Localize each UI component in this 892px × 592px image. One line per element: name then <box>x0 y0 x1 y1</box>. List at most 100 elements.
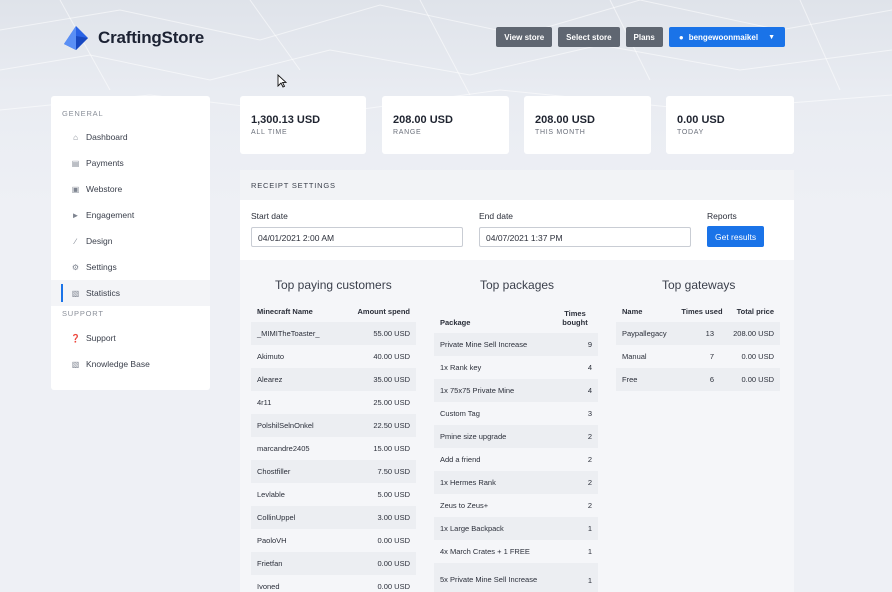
package-times: 2 <box>587 501 592 510</box>
customer-name: 4r11 <box>257 398 272 407</box>
col-header-minecraft-name: Minecraft Name <box>257 307 313 316</box>
user-name: bengewoonmaikel <box>688 32 759 42</box>
customer-name: PaoloVH <box>257 536 287 545</box>
sidebar-item-settings[interactable]: ⚙ Settings <box>51 254 210 280</box>
sidebar-item-label: Webstore <box>86 184 123 194</box>
sidebar-item-dashboard[interactable]: ⌂ Dashboard <box>51 124 210 150</box>
megaphone-icon: ► <box>71 210 80 220</box>
sidebar-item-support[interactable]: ❓ Support <box>51 325 210 351</box>
package-name: Custom Tag <box>440 408 480 418</box>
sidebar-item-engagement[interactable]: ► Engagement <box>51 202 210 228</box>
customers-table: Minecraft Name Amount spend _MIMITheToas… <box>251 296 416 592</box>
table-row: 5x Private Mine Sell Increase 1 <box>434 563 598 592</box>
stat-card-today: 0.00 USD TODAY <box>666 96 794 154</box>
get-results-button[interactable]: Get results <box>707 226 765 247</box>
sidebar-item-label: Payments <box>86 158 124 168</box>
table-row: Free 6 0.00 USD <box>616 368 780 391</box>
brush-icon: ∕ <box>74 236 77 246</box>
gateway-total: 0.00 USD <box>741 352 774 361</box>
customer-name: CollinUppel <box>257 513 296 522</box>
start-date-label: Start date <box>251 211 288 221</box>
plans-button[interactable]: Plans <box>625 27 663 47</box>
craftingstore-logo-icon <box>64 26 88 50</box>
sidebar-item-webstore[interactable]: ▣ Webstore <box>51 176 210 202</box>
sidebar-item-label: Engagement <box>86 210 135 220</box>
customer-name: Levlable <box>257 490 285 499</box>
table-row: CollinUppel 3.00 USD <box>251 506 416 529</box>
package-times: 4 <box>587 363 592 372</box>
customer-amount: 15.00 USD <box>373 444 410 453</box>
package-name: Pmine size upgrade <box>440 431 507 441</box>
sidebar-item-payments[interactable]: ▤ Payments <box>51 150 210 176</box>
top-navigation: View store Select store Plans ● bengewoo… <box>496 27 785 47</box>
table-row: Levlable 5.00 USD <box>251 483 416 506</box>
stat-value: 208.00 USD <box>535 114 595 126</box>
gateway-name: Free <box>622 375 638 384</box>
sidebar-item-knowledge-base[interactable]: ▧ Knowledge Base <box>51 351 210 377</box>
customer-amount: 0.00 USD <box>377 582 410 591</box>
sidebar-item-label: Support <box>86 333 116 343</box>
col-header-package: Package <box>440 318 471 327</box>
table-row: Custom Tag 3 <box>434 402 598 425</box>
user-menu-button[interactable]: ● bengewoonmaikel ▼ <box>668 27 785 47</box>
table-row: 1x Large Backpack 1 <box>434 517 598 540</box>
sidebar-item-label: Settings <box>86 262 117 272</box>
package-name: Zeus to Zeus+ <box>440 500 489 510</box>
stat-label: TODAY <box>677 129 704 136</box>
table-row: Paypallegacy 13 208.00 USD <box>616 322 780 345</box>
customer-amount: 7.50 USD <box>377 467 410 476</box>
gears-icon: ⚙ <box>71 262 80 272</box>
package-times: 2 <box>587 432 592 441</box>
table-row: Zeus to Zeus+ 2 <box>434 494 598 517</box>
customer-amount: 25.00 USD <box>373 398 410 407</box>
table-row: _MIMITheToaster_ 55.00 USD <box>251 322 416 345</box>
package-times: 4 <box>587 386 592 395</box>
stat-card-range: 208.00 USD RANGE <box>382 96 509 154</box>
gateway-times: 6 <box>709 375 714 384</box>
package-name: 5x Private Mine Sell Increase <box>440 575 538 585</box>
mouse-cursor-icon <box>277 74 287 88</box>
panel-header: RECEIPT SETTINGS <box>240 170 794 200</box>
view-store-button[interactable]: View store <box>496 27 553 47</box>
end-date-input[interactable]: 04/07/2021 1:37 PM <box>479 227 691 247</box>
package-name: 4x March Crates + 1 FREE <box>440 546 530 556</box>
table-row: marcandre2405 15.00 USD <box>251 437 416 460</box>
sidebar-item-design[interactable]: ∕ Design <box>51 228 210 254</box>
customer-name: marcandre2405 <box>257 444 310 453</box>
home-icon: ⌂ <box>73 132 78 142</box>
gateway-times: 13 <box>705 329 714 338</box>
start-date-input[interactable]: 04/01/2021 2:00 AM <box>251 227 463 247</box>
col-header-times-used: Times used <box>681 307 723 316</box>
customer-name: _MIMITheToaster_ <box>257 329 320 338</box>
table-row: 4x March Crates + 1 FREE 1 <box>434 540 598 563</box>
chart-icon: ▧ <box>71 359 80 369</box>
table-row: Ivoned 0.00 USD <box>251 575 416 592</box>
package-times: 2 <box>587 478 592 487</box>
package-name: Private Mine Sell Increase <box>440 339 528 349</box>
table-row: Chostfiller 7.50 USD <box>251 460 416 483</box>
panel-title: RECEIPT SETTINGS <box>251 181 336 190</box>
sidebar-item-label: Statistics <box>86 288 121 298</box>
gateway-times: 7 <box>709 352 714 361</box>
sidebar-item-label: Design <box>86 236 113 246</box>
col-header-total-price: Total price <box>736 307 774 316</box>
user-icon: ● <box>678 32 684 42</box>
table-row: PolshilSelnOnkel 22.50 USD <box>251 414 416 437</box>
question-icon: ❓ <box>70 333 81 343</box>
customer-amount: 5.00 USD <box>377 490 410 499</box>
reports-label: Reports <box>707 211 737 221</box>
receipt-settings-panel: RECEIPT SETTINGS Start date 04/01/2021 2… <box>240 170 794 592</box>
sidebar-heading-support: SUPPORT <box>62 309 104 318</box>
table-row: Manual 7 0.00 USD <box>616 345 780 368</box>
basket-icon: ▣ <box>71 184 80 194</box>
sidebar-general-list: ⌂ Dashboard ▤ Payments ▣ Webstore ► Enga… <box>51 124 210 306</box>
select-store-button[interactable]: Select store <box>558 27 620 47</box>
table-row: Akimuto 40.00 USD <box>251 345 416 368</box>
package-name: 1x Large Backpack <box>440 523 504 533</box>
brand-logo[interactable]: CraftingStore <box>60 22 204 54</box>
col-header-name: Name <box>622 307 643 316</box>
card-icon: ▤ <box>71 158 80 168</box>
sidebar-item-statistics[interactable]: ▧ Statistics <box>51 280 210 306</box>
stat-label: ALL TIME <box>251 129 288 136</box>
table-row: PaoloVH 0.00 USD <box>251 529 416 552</box>
